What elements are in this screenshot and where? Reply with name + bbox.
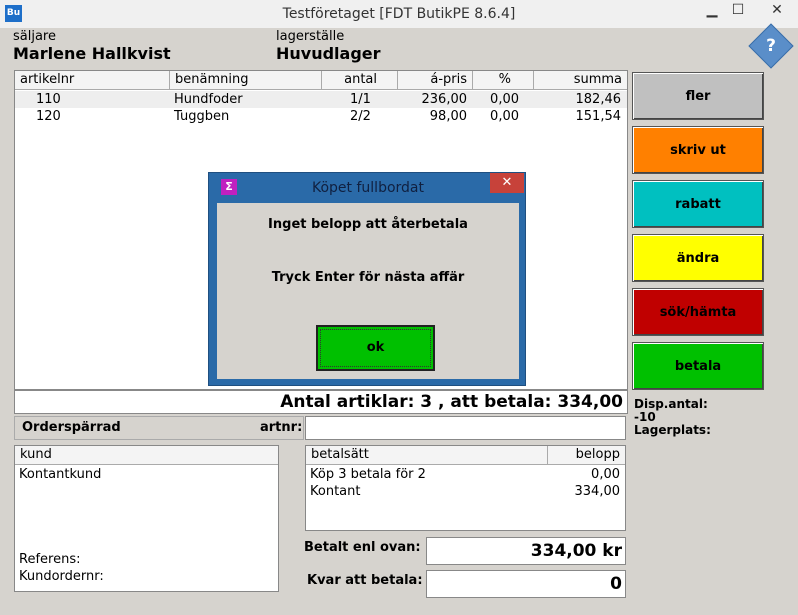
pay-button[interactable]: betala	[632, 342, 764, 390]
cell-antal: 1/1	[350, 92, 371, 107]
payment-panel[interactable]: betalsätt belopp Köp 3 betala för 2 0,00…	[305, 445, 626, 531]
customer-name: Kontantkund	[19, 467, 102, 482]
col-summa[interactable]: summa	[534, 71, 627, 89]
remaining-label: Kvar att betala:	[307, 573, 423, 588]
discount-button[interactable]: rabatt	[632, 180, 764, 228]
window-title: Testföretaget [FDT ButikPE 8.6.4]	[282, 6, 516, 22]
cell-apris: 98,00	[429, 109, 467, 124]
location-label: lagerställe	[276, 29, 345, 44]
ok-button[interactable]: ok	[316, 325, 435, 371]
help-glyph: ?	[766, 36, 776, 56]
cell-summa: 151,54	[575, 109, 622, 124]
col-apris[interactable]: á-pris	[398, 71, 473, 89]
total-bar: Antal artiklar: 3 , att betala: 334,00	[14, 390, 628, 414]
dialog-title: Köpet fullbordat	[312, 180, 424, 196]
cell-benamning: Tuggben	[174, 109, 230, 124]
header-divider	[547, 446, 548, 464]
cell-benamning: Hundfoder	[174, 92, 243, 107]
cell-artikelnr: 120	[36, 109, 61, 124]
location-name: Huvudlager	[276, 44, 381, 63]
referens-label: Referens:	[19, 552, 81, 567]
remaining-value-field: 0	[426, 570, 626, 598]
paid-label: Betalt enl ovan:	[304, 540, 421, 555]
kundordernr-label: Kundordernr:	[19, 569, 104, 584]
seller-name: Marlene Hallkvist	[13, 44, 171, 63]
maximize-button[interactable]: ☐	[723, 0, 753, 22]
edit-button[interactable]: ändra	[632, 234, 764, 282]
cell-summa: 182,46	[575, 92, 622, 107]
payment-method: Köp 3 betala för 2	[310, 467, 426, 482]
payment-amount: 334,00	[574, 484, 621, 499]
customer-header: kund	[15, 446, 278, 465]
order-blocked-label: Orderspärrad	[22, 420, 121, 435]
artnr-input[interactable]	[305, 416, 626, 440]
cell-artikelnr: 110	[36, 92, 61, 107]
payment-method: Kontant	[310, 484, 361, 499]
disp-antal-label: Disp.antal:	[634, 397, 708, 411]
paid-value-field: 334,00 kr	[426, 537, 626, 565]
dialog-body: Inget belopp att återbetala Tryck Enter …	[217, 203, 519, 379]
dialog-message-refund: Inget belopp att återbetala	[268, 217, 468, 232]
artnr-label: artnr:	[260, 420, 303, 435]
disp-antal-value: -10	[634, 410, 656, 424]
payment-method-header: betalsätt	[311, 447, 369, 462]
cell-percent: 0,00	[490, 92, 519, 107]
lagerplats-label: Lagerplats:	[634, 423, 711, 437]
print-button[interactable]: skriv ut	[632, 126, 764, 174]
table-row[interactable]: 120 Tuggben 2/2 98,00 0,00 151,54	[15, 108, 627, 125]
seller-label: säljare	[13, 29, 56, 44]
customer-header-label: kund	[20, 447, 52, 462]
payment-amount-header: belopp	[575, 447, 620, 462]
search-fetch-button[interactable]: sök/hämta	[632, 288, 764, 336]
purchase-complete-dialog: Köpet fullbordat Σ ✕ Inget belopp att åt…	[208, 172, 526, 386]
help-icon[interactable]: ?	[748, 23, 794, 69]
col-artikelnr[interactable]: artikelnr	[15, 71, 170, 89]
col-antal[interactable]: antal	[322, 71, 398, 89]
cell-percent: 0,00	[490, 109, 519, 124]
col-percent[interactable]: %	[473, 71, 534, 89]
cell-antal: 2/2	[350, 109, 371, 124]
cell-apris: 236,00	[421, 92, 468, 107]
dialog-app-icon: Σ	[221, 179, 237, 195]
table-row[interactable]: 110 Hundfoder 1/1 236,00 0,00 182,46	[15, 91, 627, 108]
customer-panel[interactable]: kund Kontantkund Referens: Kundordernr:	[14, 445, 279, 592]
col-benamning[interactable]: benämning	[170, 71, 322, 89]
payment-amount: 0,00	[591, 467, 620, 482]
payment-header: betalsätt belopp	[306, 446, 625, 465]
dialog-close-button[interactable]: ✕	[490, 173, 524, 193]
close-window-button[interactable]: ✕	[762, 0, 792, 22]
title-bar: Bu Testföretaget [FDT ButikPE 8.6.4] ▁ ☐…	[0, 0, 798, 28]
items-table-header: artikelnr benämning antal á-pris % summa	[15, 71, 627, 90]
fler-button[interactable]: fler	[632, 72, 764, 120]
dialog-message-next: Tryck Enter för nästa affär	[271, 270, 465, 285]
total-text: Antal artiklar: 3 , att betala: 334,00	[280, 392, 623, 412]
